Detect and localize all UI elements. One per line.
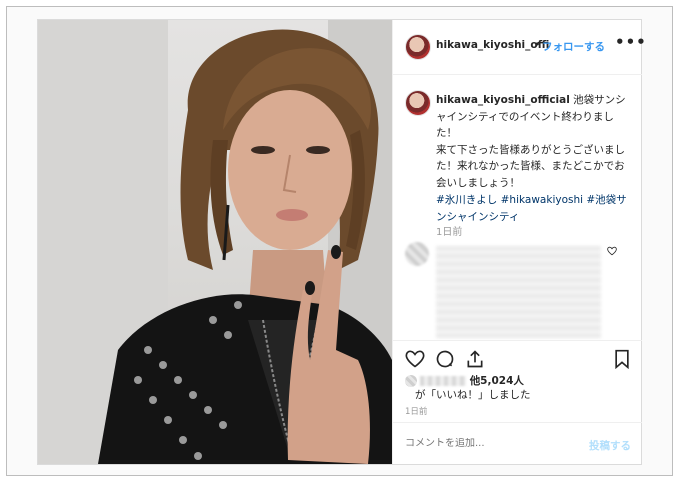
- more-options-icon[interactable]: •••: [615, 33, 647, 51]
- share-icon[interactable]: [465, 349, 485, 369]
- instagram-post: hikawa_kiyoshi_offi • フォローする ••• hikawa_…: [37, 19, 646, 465]
- separator-dot: •: [534, 38, 541, 51]
- caption-text: 池袋サンシャインシティでのイベント終わりました！ 来て下さった皆様ありがとうござ…: [436, 94, 626, 189]
- likes-summary: 他5,024人: [405, 373, 524, 388]
- comment-like-icon[interactable]: [607, 246, 617, 259]
- comment-bubble-icon[interactable]: [435, 349, 455, 369]
- caption-username[interactable]: hikawa_kiyoshi_official: [436, 94, 570, 106]
- comment-bar: 投稿する: [393, 422, 642, 465]
- author-username[interactable]: hikawa_kiyoshi_offi: [436, 39, 549, 51]
- action-bar: [393, 340, 642, 371]
- caption-timestamp: 1日前: [436, 227, 463, 238]
- post-header: hikawa_kiyoshi_offi • フォローする •••: [393, 20, 646, 75]
- portrait-illustration: [38, 20, 392, 464]
- liker-name-blurred: [420, 376, 467, 386]
- post-sidebar: hikawa_kiyoshi_offi • フォローする ••• hikawa_…: [392, 20, 646, 465]
- commenter-avatar-blurred: [405, 242, 429, 266]
- caption-hashtags[interactable]: #氷川きよし #hikawakiyoshi #池袋サンシャインシティ: [436, 192, 631, 225]
- comment-input[interactable]: [405, 438, 555, 449]
- likes-count[interactable]: 他5,024人: [470, 375, 524, 387]
- post-caption: hikawa_kiyoshi_official 池袋サンシャインシティでのイベン…: [436, 92, 631, 191]
- caption-author-avatar[interactable]: [405, 90, 431, 116]
- post-photo[interactable]: [38, 20, 392, 464]
- follow-button[interactable]: フォローする: [542, 39, 605, 54]
- like-heart-icon[interactable]: [405, 349, 425, 369]
- post-timestamp: 1日前: [405, 407, 428, 417]
- comment-blurred: [436, 246, 601, 338]
- bookmark-icon[interactable]: [612, 349, 632, 370]
- post-comment-button[interactable]: 投稿する: [589, 438, 631, 453]
- liker-avatar-blurred: [405, 375, 417, 387]
- likes-suffix: が「いいね！」しました: [415, 389, 531, 401]
- author-avatar[interactable]: [405, 34, 431, 60]
